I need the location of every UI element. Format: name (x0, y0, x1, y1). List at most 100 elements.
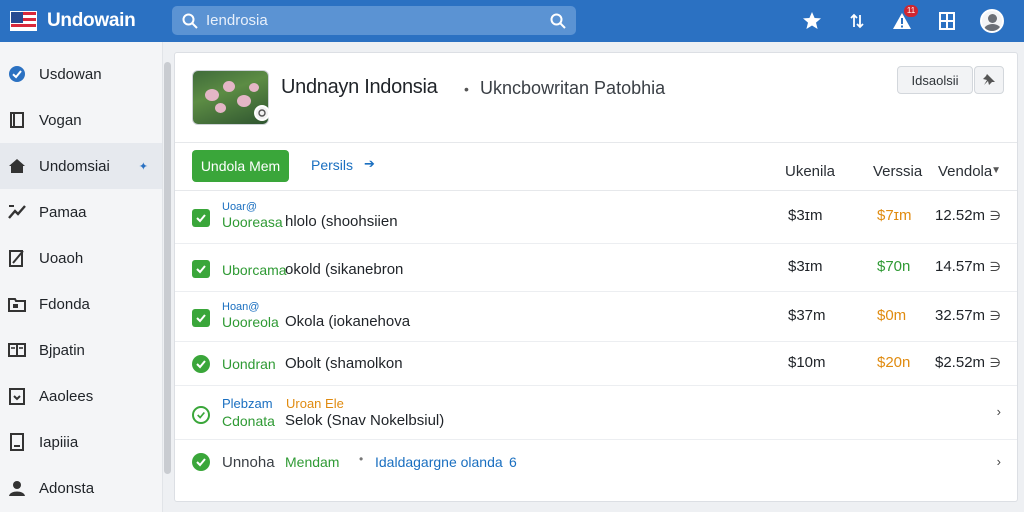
person-icon (8, 479, 26, 497)
row-value-verssia: $0m (877, 307, 907, 324)
row-value-verssia: $20n (877, 354, 911, 371)
sidebar-item-label: Vogan (39, 111, 82, 129)
column-header-vendola[interactable]: Vendola (938, 163, 992, 180)
check-circle-icon[interactable] (192, 355, 210, 373)
row-description: Obolt (shamolkon (285, 355, 403, 372)
zoom-icon[interactable] (254, 105, 270, 121)
page-subtitle: Ukncbowritan Patobhia (480, 78, 666, 98)
avatar (979, 9, 1004, 33)
row-description: Okola (iokanehova (285, 313, 411, 330)
search-icon (182, 13, 198, 29)
header-action-button[interactable]: Idsaolsii (897, 66, 973, 94)
row-link[interactable]: Idaldagargne olanda (375, 454, 503, 470)
row-tag: Uooreola (222, 314, 279, 330)
sidebar-item-uoaoh[interactable]: Uoaoh (0, 235, 162, 281)
chevron-right-icon[interactable]: › (997, 454, 1001, 469)
row-value-ukenila: $3ɪm (788, 258, 823, 275)
checkbox-checked-icon[interactable] (192, 309, 210, 327)
chart-icon (8, 203, 26, 221)
sidebar-item-fdonda[interactable]: Fdonda (0, 281, 162, 327)
bookmark-icon (8, 111, 26, 129)
sidebar-item-iapiiia[interactable]: Iapiiia (0, 419, 162, 465)
sidebar-item-label: Adonsta (39, 479, 95, 497)
search-input[interactable] (206, 12, 550, 29)
sidebar-item-label: Bjpatin (39, 341, 85, 359)
table-row[interactable]: Uondran Obolt (shamolkon $10m $20n $2.52… (175, 342, 1017, 386)
check-circle-outline-icon[interactable] (192, 406, 210, 424)
active-indicator-icon: ✦ (138, 160, 148, 173)
page-title: Undnayn Indonsia (281, 76, 438, 98)
checkbox-checked-icon[interactable] (192, 209, 210, 227)
sort-icon[interactable] (834, 0, 879, 42)
grid-icon[interactable] (924, 0, 969, 42)
sidebar-item-label: Usdowan (39, 65, 102, 83)
search-bar[interactable] (172, 6, 576, 35)
page-header: Undnayn Indonsia • Ukncbowritan Patobhia… (175, 53, 1017, 143)
pin-icon (983, 74, 995, 85)
row-open-icon[interactable]: ∋ (990, 259, 1001, 275)
row-suffix: 6 (509, 454, 517, 470)
home-icon (8, 157, 26, 175)
table-row[interactable]: Uborcama okold (sikanebron $3ɪm $70n 14.… (175, 244, 1017, 292)
row-value-vendola: 14.57m (935, 258, 986, 275)
brand[interactable]: Undowain (0, 10, 170, 32)
check-circle-icon[interactable] (192, 453, 210, 471)
row-value-ukenila: $10m (788, 354, 826, 371)
row-tag: Uborcama (222, 262, 287, 278)
sidebar-scrollbar[interactable] (164, 62, 171, 474)
chevron-down-icon[interactable]: ▼ (991, 165, 1001, 176)
sidebar-item-label: Fdonda (39, 295, 90, 313)
download-icon (8, 387, 26, 405)
row-separator: • (359, 452, 364, 466)
sidebar-item-label: Uoaoh (39, 249, 84, 267)
title-separator: • (464, 81, 469, 97)
sidebar-item-label: Undomsiai (39, 157, 110, 175)
main-card: Undnayn Indonsia • Ukncbowritan Patobhia… (174, 52, 1018, 502)
arrow-right-icon: ➔ (364, 156, 375, 171)
sidebar-item-vogan[interactable]: Vogan (0, 97, 162, 143)
persils-link[interactable]: Persils (311, 157, 353, 173)
user-avatar[interactable] (969, 0, 1014, 42)
sidebar-item-aaolees[interactable]: Aaolees (0, 373, 162, 419)
sidebar-item-label: Iapiiia (39, 433, 79, 451)
sidebar-item-bjpatin[interactable]: Bjpatin (0, 327, 162, 373)
table-row[interactable]: Unnoha Mendam • Idaldagargne olanda 6 › (175, 440, 1017, 486)
table-row[interactable]: Plebzam Uroan Ele Cdonata Selok (Snav No… (175, 386, 1017, 440)
chevron-right-icon[interactable]: › (997, 404, 1001, 419)
edit-icon (8, 249, 26, 267)
sidebar-item-undomsiai[interactable]: Undomsiai ✦ (0, 143, 162, 189)
alert-icon[interactable]: 11 (879, 0, 924, 42)
sidebar-item-label: Aaolees (39, 387, 94, 405)
flag-icon (10, 11, 37, 31)
notification-badge: 11 (904, 5, 918, 17)
checkbox-checked-icon[interactable] (192, 260, 210, 278)
star-icon[interactable] (789, 0, 834, 42)
search-submit-icon[interactable] (550, 13, 566, 29)
sidebar-item-adonsta[interactable]: Adonsta (0, 465, 162, 511)
table-row[interactable]: Uoar@ Uooreasa hlolo (shoohsiien $3ɪm $7… (175, 191, 1017, 244)
check-circle-icon (8, 65, 26, 83)
row-tag: Uooreasa (222, 214, 283, 230)
row-open-icon[interactable]: ∋ (990, 355, 1001, 371)
row-tag: Uondran (222, 356, 276, 372)
row-tag: Cdonata (222, 413, 275, 429)
sidebar-item-pamaa[interactable]: Pamaa (0, 189, 162, 235)
row-open-icon[interactable]: ∋ (990, 308, 1001, 324)
row-value-vendola: $2.52m (935, 354, 986, 371)
pin-button[interactable] (974, 66, 1004, 94)
folder-icon (8, 295, 26, 313)
row-tag: Mendam (285, 454, 340, 470)
column-header-verssia[interactable]: Verssia (873, 163, 922, 180)
sidebar-item-usdowan[interactable]: Usdowan (0, 51, 162, 97)
row-label-top: Plebzam (222, 396, 273, 411)
table-row[interactable]: Hoan@ Uooreola Okola (iokanehova $37m $0… (175, 292, 1017, 342)
row-open-icon[interactable]: ∋ (990, 208, 1001, 224)
columns-icon (8, 341, 26, 359)
row-description: Selok (Snav Nokelbsiul) (285, 412, 445, 429)
column-header-ukenila[interactable]: Ukenila (785, 163, 835, 180)
row-tag-first: Unnoha (222, 454, 275, 471)
primary-button[interactable]: Undola Mem (192, 150, 289, 182)
row-value-vendola: 12.52m (935, 207, 986, 224)
row-value-ukenila: $37m (788, 307, 826, 324)
brand-name: Undowain (47, 10, 136, 31)
